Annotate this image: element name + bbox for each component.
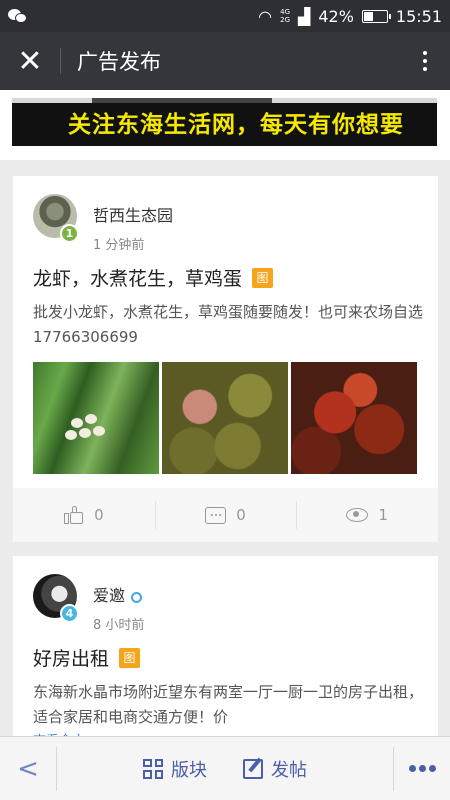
post-title[interactable]: 好房出租 图 xyxy=(33,644,141,671)
post-title-text: 龙虾，水煮花生，草鸡蛋 xyxy=(33,268,243,290)
bottom-toolbar: < 版块 发帖 xyxy=(0,736,450,800)
status-bar: ◠ 4G 2G ▟ 42% 15:51 xyxy=(0,0,450,32)
app-header: ✕ 广告发布 xyxy=(0,32,450,90)
ad-banner[interactable]: 关注东海生活网，每天有你想要 xyxy=(12,98,437,146)
post-image-crayfish[interactable] xyxy=(291,362,417,474)
level-badge: 4 xyxy=(60,604,79,623)
chevron-left-icon: < xyxy=(17,753,39,784)
image-tag: 图 xyxy=(119,647,141,668)
close-icon: ✕ xyxy=(17,43,43,79)
menu-button[interactable] xyxy=(394,737,450,800)
post-time: 1 分钟前 xyxy=(93,238,145,253)
eye-icon xyxy=(346,508,369,522)
level-badge: 1 xyxy=(60,224,79,243)
comment-button[interactable]: 0 xyxy=(154,488,297,542)
thumbs-up-icon xyxy=(64,505,84,525)
post-title-text: 好房出租 xyxy=(33,648,110,670)
post-card[interactable]: 4 爱邀 8 小时前 好房出租 图 东海新水晶市场附近望东有两室一厅一厨一卫的房… xyxy=(13,556,438,756)
banner-container: 关注东海生活网，每天有你想要 xyxy=(0,90,450,160)
header-divider xyxy=(60,48,61,74)
author-name[interactable]: 哲西生态园 xyxy=(93,202,173,226)
like-button[interactable]: 0 xyxy=(13,488,155,542)
sections-button[interactable]: 版块 xyxy=(143,756,207,782)
comment-icon xyxy=(205,506,227,524)
author-name[interactable]: 爱邀 xyxy=(93,582,143,606)
battery-icon xyxy=(361,9,391,23)
battery-percent: 42% xyxy=(318,6,354,26)
close-button[interactable]: ✕ xyxy=(0,32,60,90)
banner-text: 关注东海生活网，每天有你想要 xyxy=(68,112,404,138)
more-options-button[interactable] xyxy=(400,32,450,90)
post-image-eggs[interactable] xyxy=(33,362,159,474)
grid-icon xyxy=(143,758,163,779)
new-post-label: 发帖 xyxy=(271,759,307,781)
back-button[interactable]: < xyxy=(0,737,56,800)
view-count: 1 xyxy=(378,506,388,524)
action-bar: 0 0 1 xyxy=(13,488,438,542)
post-card[interactable]: 1 哲西生态园 1 分钟前 龙虾，水煮花生，草鸡蛋 图 批发小龙虾，水煮花生，草… xyxy=(13,176,438,542)
signal-icon: ▟ xyxy=(298,6,311,26)
image-tag: 图 xyxy=(252,267,274,288)
ring-icon xyxy=(131,592,143,603)
wechat-notification-icon xyxy=(8,8,28,24)
post-body: 东海新水晶市场附近望东有两室一厅一厨一卫的房子出租，适合家居和电商交通方便！价 xyxy=(33,683,424,726)
post-body: 批发小龙虾，水煮花生，草鸡蛋随要随发！也可来农场自选17766306699 xyxy=(33,303,424,346)
sections-label: 版块 xyxy=(171,759,207,781)
views: 1 xyxy=(296,488,438,542)
post-image-peanuts[interactable] xyxy=(162,362,288,474)
comment-count: 0 xyxy=(236,506,246,524)
clock: 15:51 xyxy=(395,6,442,26)
post-time: 8 小时前 xyxy=(93,618,145,633)
wifi-icon: ◠ xyxy=(258,6,273,26)
edit-icon xyxy=(243,758,263,779)
like-count: 0 xyxy=(94,506,104,524)
image-gallery xyxy=(33,362,417,474)
new-post-button[interactable]: 发帖 xyxy=(243,756,307,782)
network-type: 4G 2G xyxy=(280,8,291,24)
post-title[interactable]: 龙虾，水煮花生，草鸡蛋 图 xyxy=(33,264,274,291)
page-title: 广告发布 xyxy=(77,50,161,74)
